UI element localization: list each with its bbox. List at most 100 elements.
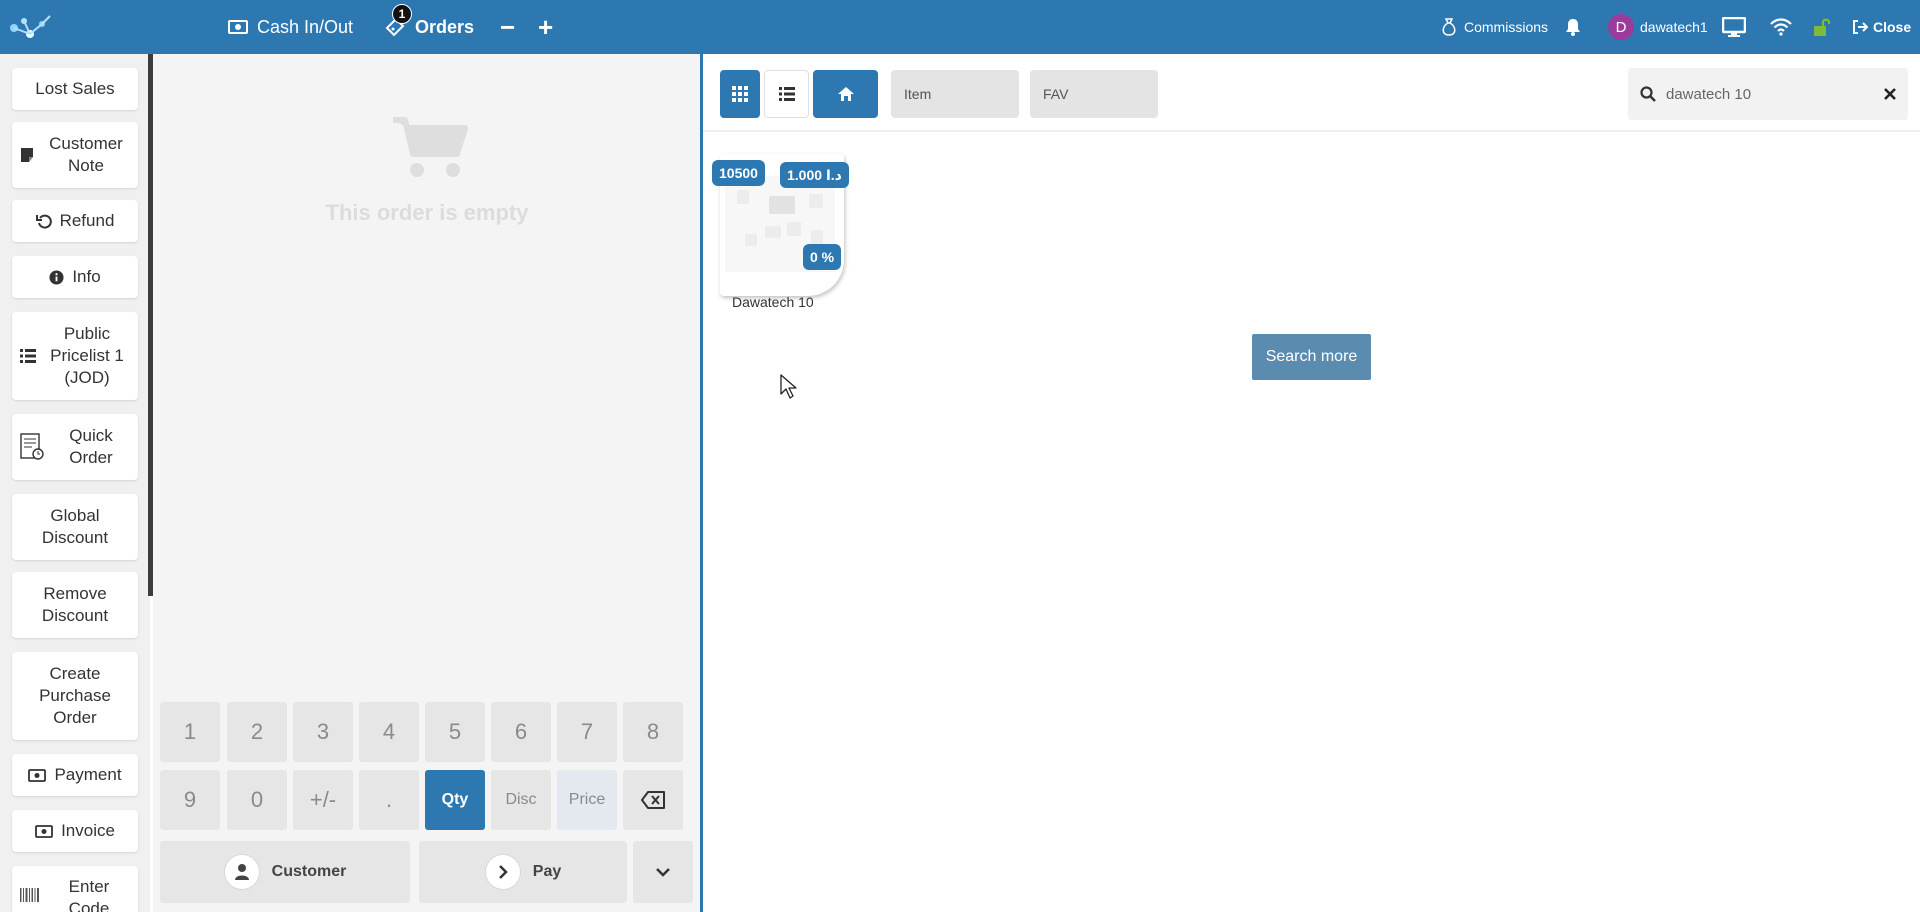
customer-display-button[interactable] [1722,0,1746,54]
enter-code-label: Enter Code [68,877,110,912]
unlock-icon [1814,18,1831,36]
wifi-icon [1770,18,1792,36]
create-purchase-order-label: Create Purchase Order [39,664,111,727]
create-purchase-order-button[interactable]: Create Purchase Order [12,652,138,740]
close-session-button[interactable]: Close [1852,0,1911,54]
money-icon [35,824,53,838]
order-panel: This order is empty [153,54,701,700]
customer-note-label: Customer Note [49,134,123,175]
mouse-cursor-icon [780,374,797,399]
notifications-button[interactable] [1564,0,1582,54]
minus-icon: − [500,11,516,42]
payment-label: Payment [54,765,122,784]
grid-icon [732,86,748,102]
numpad-key-8[interactable]: 8 [623,702,683,762]
plus-icon: + [538,11,554,42]
search-input[interactable] [1666,85,1866,103]
category-item[interactable]: Item [891,70,1019,118]
search-more-button[interactable]: Search more [1252,334,1371,380]
numpad-key-dot[interactable]: . [359,770,419,830]
product-name: Dawatech 10 [732,294,814,310]
numpad-key-1[interactable]: 1 [160,702,220,762]
category-fav[interactable]: FAV [1030,70,1158,118]
products-header: Item FAV [703,54,1920,132]
avatar: D [1608,14,1634,40]
money-icon [28,768,47,782]
lock-button[interactable] [1812,0,1832,54]
monitor-icon [1722,17,1746,37]
app-logo[interactable] [8,12,54,42]
info-circle-icon [49,269,64,285]
invoice-label: Invoice [61,821,115,840]
product-quantity-badge: 10500 [712,160,765,186]
numpad-key-9[interactable]: 9 [160,770,220,830]
numpad-key-2[interactable]: 2 [227,702,287,762]
cash-in-out-button[interactable]: Cash In/Out [228,0,353,54]
invoice-button[interactable]: Invoice [12,810,138,852]
close-icon [1884,88,1896,100]
numpad-key-6[interactable]: 6 [491,702,551,762]
shopping-cart-icon [393,117,468,177]
empty-order-message: This order is empty [325,200,529,225]
numpad-mode-disc[interactable]: Disc [491,770,551,830]
barcode-icon [20,888,40,902]
sticky-note-icon [20,147,34,163]
quick-order-icon [20,433,44,461]
user-menu[interactable]: D dawatech1 [1608,0,1708,54]
add-order-button[interactable]: + [538,0,553,54]
commissions-button[interactable]: Commissions [1440,0,1548,54]
orders-label: Orders [415,16,475,37]
list-view-button[interactable] [764,70,809,118]
home-icon [837,87,854,101]
clear-search-button[interactable] [1880,84,1900,104]
info-button[interactable]: Info [12,256,138,298]
quick-order-button[interactable]: Quick Order [12,414,138,480]
home-category-button[interactable] [813,70,878,118]
refund-button[interactable]: Refund [12,200,138,242]
pay-button[interactable]: Pay [419,841,627,903]
customer-note-button[interactable]: Customer Note [12,122,138,188]
payment-button[interactable]: Payment [12,754,138,796]
numpad-key-0[interactable]: 0 [227,770,287,830]
chevron-down-icon [656,868,670,877]
commissions-label: Commissions [1464,19,1549,35]
numpad-mode-price[interactable]: Price [557,770,617,830]
user-name: dawatech1 [1640,19,1708,35]
connection-status[interactable] [1770,0,1792,54]
control-buttons-panel: Lost Sales Customer Note Refund Info Pub… [0,54,150,912]
grid-view-button[interactable] [720,70,760,118]
remove-discount-button[interactable]: Remove Discount [12,572,138,638]
enter-code-button[interactable]: Enter Code [12,866,138,912]
close-label: Close [1873,19,1912,35]
pricelist-label: Public Pricelist 1 (JOD) [50,324,124,387]
numpad-key-4[interactable]: 4 [359,702,419,762]
refund-label: Refund [59,211,115,230]
undo-icon [35,213,52,229]
chevron-right-icon [484,854,521,890]
remove-order-button[interactable]: − [500,0,515,54]
bell-icon [1566,19,1580,36]
orders-count-badge: 1 [392,4,412,24]
lost-sales-label: Lost Sales [35,79,115,98]
numpad-key-7[interactable]: 7 [557,702,617,762]
global-discount-label: Global Discount [41,506,109,547]
numpad-backspace[interactable] [623,770,683,830]
info-label: Info [72,267,101,286]
cash-in-out-label: Cash In/Out [257,16,354,37]
customer-button[interactable]: Customer [160,841,410,903]
pricelist-button[interactable]: Public Pricelist 1 (JOD) [12,312,138,400]
global-discount-button[interactable]: Global Discount [12,494,138,560]
product-price-badge: 1.000 د.ا [780,162,849,188]
more-options-button[interactable] [633,841,693,903]
numpad-key-3[interactable]: 3 [293,702,353,762]
list-icon [20,349,36,363]
numpad: 1 2 3 4 5 6 7 8 9 0 +/- . Qty Disc Price… [153,700,701,912]
numpad-mode-qty[interactable]: Qty [425,770,485,830]
lost-sales-button[interactable]: Lost Sales [12,68,138,110]
money-icon [228,20,248,34]
product-discount-badge: 0 % [803,244,842,270]
numpad-key-5[interactable]: 5 [425,702,485,762]
user-icon [223,854,260,890]
orders-button[interactable]: 1 Orders [384,0,474,54]
numpad-key-plus-minus[interactable]: +/- [293,770,353,830]
